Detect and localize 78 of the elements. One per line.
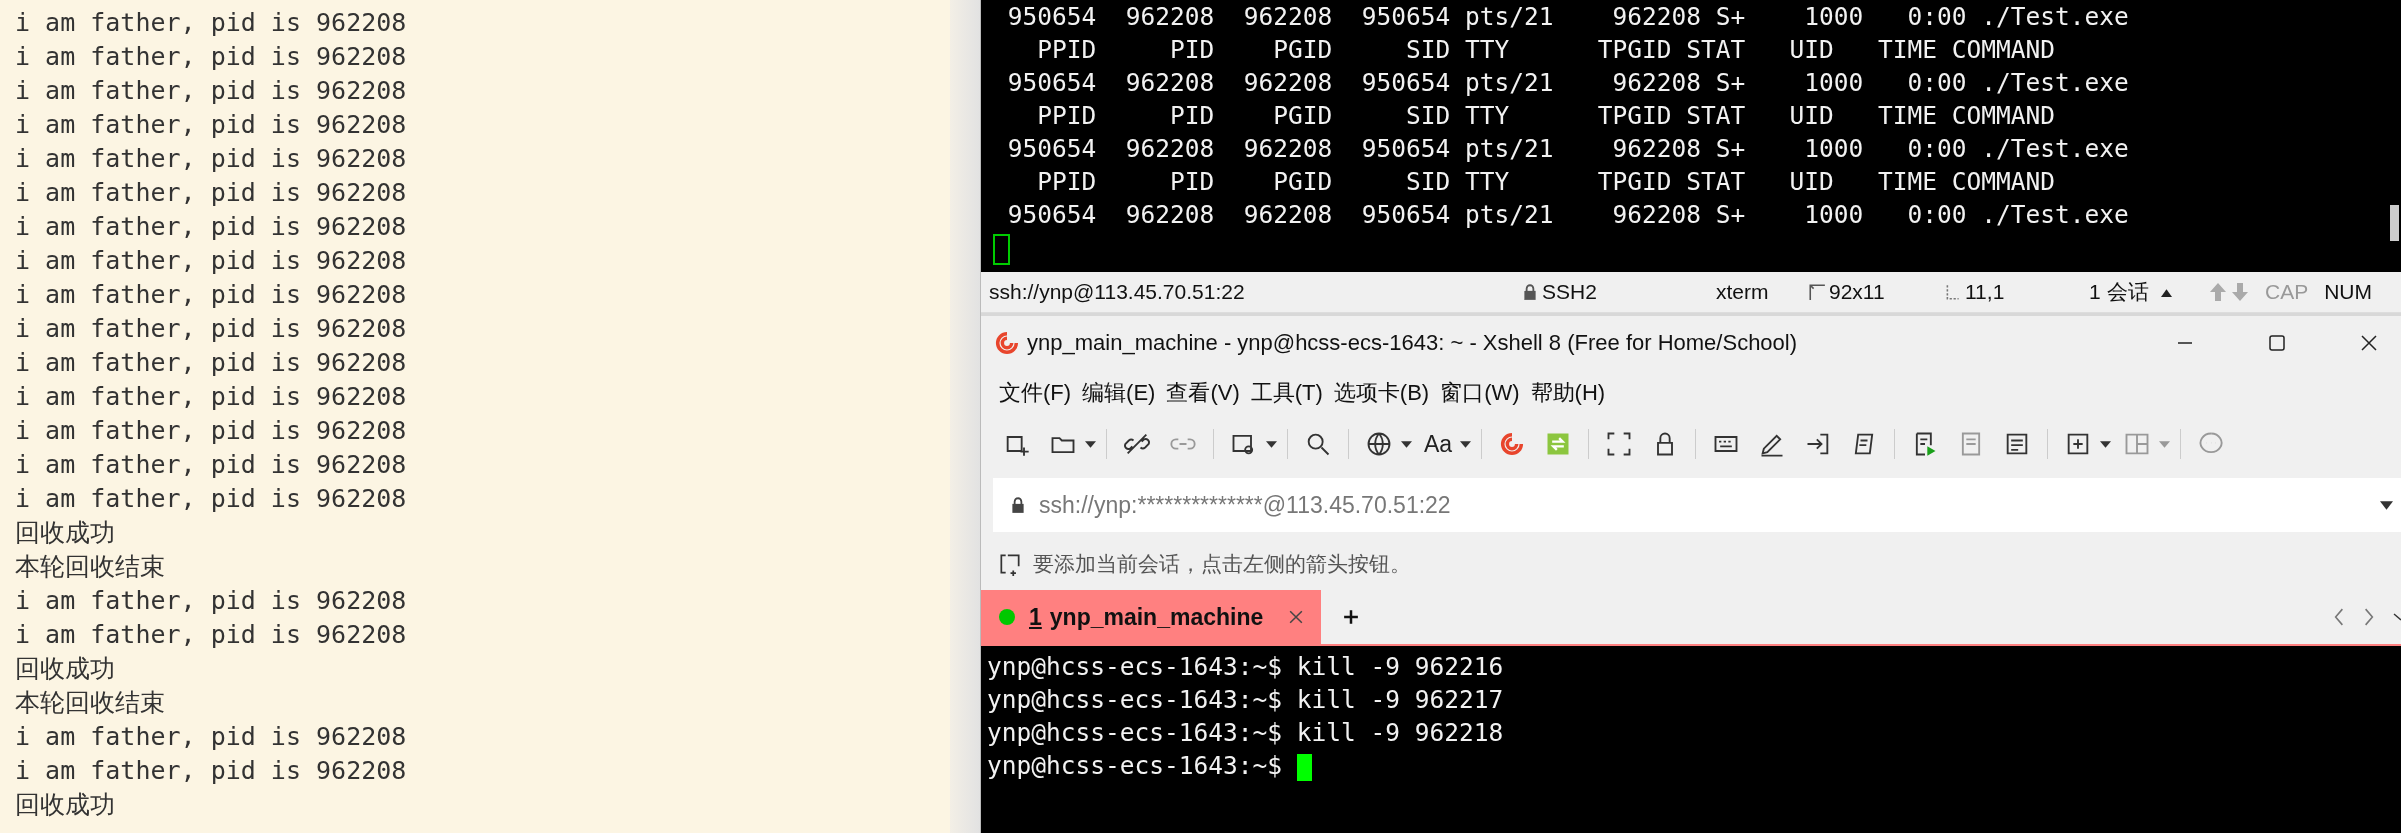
output-line: i am father, pid is 962208	[15, 585, 407, 617]
terminal-line: PPID PID PGID SID TTY TPGID STAT UID TIME COMMAND	[1036, 166, 2056, 198]
output-line: i am father, pid is 962208	[15, 381, 407, 413]
output-line: i am father, pid is 962208	[15, 211, 407, 243]
caret-icon[interactable]	[2100, 440, 2112, 448]
key-indicator: NUM	[2324, 280, 2372, 304]
output-line: i am father, pid is 962208	[15, 415, 407, 447]
globe-icon[interactable]	[1365, 430, 1393, 458]
menu-item[interactable]: 查看(V)	[1166, 378, 1240, 408]
caret-icon[interactable]	[1266, 440, 1277, 448]
terminal-line: 950654 962208 962208 950654 pts/21 962208 S+ 1000 0:00 ./Test.exe	[1006, 1, 2129, 33]
scrollbar-track[interactable]	[950, 0, 981, 833]
next-icon[interactable]	[2363, 608, 2375, 626]
terminal-line: ynp@hcss-ecs-1643:~$ kill -9 962218	[987, 717, 1504, 749]
output-line: i am father, pid is 962208	[15, 619, 407, 651]
output-line: i am father, pid is 962208	[15, 347, 407, 379]
terminal-line: PPID PID PGID SID TTY TPGID STAT UID TIME COMMAND	[1036, 34, 2056, 66]
key-indicator: CAP	[2265, 280, 2309, 304]
maximize-icon[interactable]	[2267, 333, 2287, 353]
menu-item[interactable]: 窗口(W)	[1440, 378, 1520, 408]
window-title: ynp_main_machine - ynp@hcss-ecs-1643: ~ - Xshell 8 (Free for Home/School)	[1027, 330, 1798, 356]
menu-item[interactable]: 帮助(H)	[1530, 378, 1606, 408]
terminal-size: 92x11	[1829, 280, 1885, 304]
output-line: i am father, pid is 962208	[15, 245, 407, 277]
font-button[interactable]: Aa	[1424, 430, 1453, 458]
terminal[interactable]: ynp@hcss-ecs-1643:~$ kill -9 962216 ynp@hcss-ecs-1643:~$ kill -9 962217 ynp@hcss-ecs-1643:~$ kill -9 962218 ynp@hcss-ecs-1643:~$	[981, 646, 2401, 833]
caret-icon[interactable]	[1401, 440, 1412, 448]
caret-icon[interactable]	[2160, 287, 2172, 297]
output-line: i am father, pid is 962208	[15, 755, 407, 787]
output-line: i am father, pid is 962208	[15, 449, 407, 481]
terminal-line: ynp@hcss-ecs-1643:~$	[987, 749, 1312, 782]
output-line: i am father, pid is 962208	[15, 483, 407, 515]
lock-icon	[1009, 494, 1027, 516]
menu-item[interactable]: 选项卡(B)	[1333, 378, 1430, 408]
output-line: i am father, pid is 962208	[15, 75, 407, 107]
output-line: 回收成功	[15, 517, 115, 549]
add-session-icon[interactable]	[997, 551, 1023, 577]
terminal-line: ynp@hcss-ecs-1643:~$ kill -9 962216	[987, 651, 1504, 683]
menu-item[interactable]: 工具(T)	[1250, 378, 1323, 408]
caret-icon[interactable]	[1085, 440, 1096, 448]
cursor	[993, 234, 1010, 265]
terminal-line: ynp@hcss-ecs-1643:~$ kill -9 962217	[987, 684, 1504, 716]
menu-item[interactable]: 编辑(E)	[1082, 378, 1156, 408]
output-line: i am father, pid is 962208	[15, 177, 407, 209]
output-line: 回收成功	[15, 789, 115, 821]
lock-icon	[1521, 282, 1539, 302]
terminal-line: 950654 962208 962208 950654 pts/21 962208 S+ 1000 0:00 ./Test.exe	[1006, 133, 2129, 165]
output-line: i am father, pid is 962208	[15, 41, 407, 73]
terminal-line: 950654 962208 962208 950654 pts/21 962208 S+ 1000 0:00 ./Test.exe	[1006, 199, 2129, 231]
close-icon[interactable]	[2359, 333, 2379, 353]
menu-item[interactable]: 文件(F)	[999, 378, 1072, 408]
terminal-type: xterm	[1716, 280, 1770, 304]
output-line: 本轮回收结束	[15, 687, 165, 719]
output-line: i am father, pid is 962208	[15, 7, 407, 39]
dropdown-caret-icon[interactable]	[2380, 500, 2393, 510]
terminal-line: 950654 962208 962208 950654 pts/21 962208 S+ 1000 0:00 ./Test.exe	[1006, 67, 2129, 99]
caret-icon[interactable]	[1460, 440, 1472, 448]
output-line: i am father, pid is 962208	[15, 279, 407, 311]
address-field[interactable]: ssh://ynp:**************@113.45.70.51:22	[993, 478, 2401, 532]
spiral-logo-icon	[993, 329, 1021, 357]
cursor-position-icon	[1944, 282, 1962, 302]
protocol-label: SSH2	[1542, 280, 1597, 304]
cursor-position: 11,1	[1965, 280, 2005, 304]
output-line: i am father, pid is 962208	[15, 109, 407, 141]
scrollbar[interactable]	[2390, 205, 2399, 241]
output-line: i am father, pid is 962208	[15, 143, 407, 175]
previous-icon[interactable]	[2333, 608, 2345, 626]
session-tab[interactable]: 1 ynp_main_machine	[981, 590, 1322, 644]
hint-text: 要添加当前会话，点击左侧的箭头按钮。	[1033, 551, 1411, 577]
terminal-line: PPID PID PGID SID TTY TPGID STAT UID TIME COMMAND	[1036, 100, 2056, 132]
add-tab-icon[interactable]	[1343, 609, 1360, 625]
output-line: 回收成功	[15, 653, 115, 685]
output-line: 本轮回收结束	[15, 551, 165, 583]
connection-address: ssh://ynp@113.45.70.51:22	[989, 280, 1246, 304]
output-line: i am father, pid is 962208	[15, 313, 407, 345]
output-line: i am father, pid is 962208	[15, 721, 407, 753]
resize-icon	[1808, 282, 1826, 302]
session-count: 1 会话	[2089, 279, 2149, 305]
